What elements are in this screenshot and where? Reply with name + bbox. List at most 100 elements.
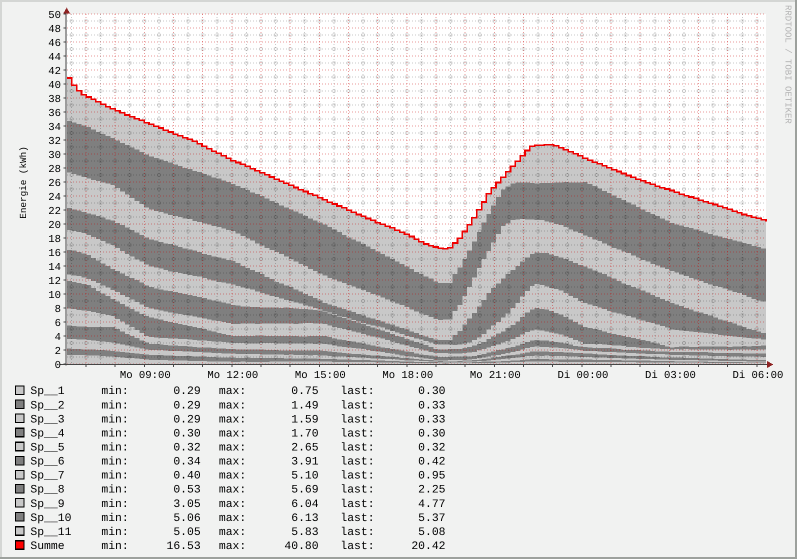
svg-text:min:: min: [101,399,128,412]
svg-text:32: 32 [48,136,61,148]
svg-text:last:: last: [340,470,374,483]
svg-text:2: 2 [55,346,61,358]
svg-text:min:: min: [101,470,128,483]
svg-text:0.53: 0.53 [173,485,201,497]
svg-text:last:: last: [340,526,374,539]
svg-text:1.70: 1.70 [291,428,319,440]
svg-text:max:: max: [219,386,246,398]
svg-text:Sp__8: Sp__8 [30,485,64,497]
svg-text:min:: min: [101,427,128,440]
svg-text:Mo 15:00: Mo 15:00 [295,370,346,382]
svg-text:max:: max: [219,457,246,469]
svg-text:last:: last: [340,498,374,511]
svg-text:48: 48 [48,24,61,36]
svg-text:5.37: 5.37 [418,513,445,525]
svg-text:12: 12 [48,276,61,288]
svg-text:Sp__7: Sp__7 [30,471,64,483]
svg-text:max:: max: [219,400,246,412]
svg-text:max:: max: [219,499,246,511]
svg-text:40.80: 40.80 [284,541,318,553]
svg-text:0.29: 0.29 [173,414,201,426]
svg-text:0.30: 0.30 [418,386,446,398]
svg-text:6: 6 [55,318,61,330]
svg-text:0.42: 0.42 [418,457,446,469]
svg-text:16.53: 16.53 [167,541,201,553]
svg-text:Sp__11: Sp__11 [30,527,71,539]
svg-text:5.06: 5.06 [173,513,201,525]
svg-text:0.95: 0.95 [418,471,446,483]
svg-text:40: 40 [48,80,61,92]
svg-text:0.32: 0.32 [173,442,201,454]
svg-text:Mo 18:00: Mo 18:00 [382,370,433,382]
svg-text:3.05: 3.05 [173,499,201,511]
svg-text:max:: max: [219,527,246,539]
svg-text:0.33: 0.33 [418,414,446,426]
svg-text:20.42: 20.42 [411,541,445,553]
svg-text:last:: last: [340,413,374,426]
svg-text:Di 00:00: Di 00:00 [557,370,608,382]
svg-text:10: 10 [48,290,61,302]
svg-text:max:: max: [219,414,246,426]
svg-text:last:: last: [340,484,374,497]
svg-text:Di 06:00: Di 06:00 [732,370,783,382]
svg-text:0.29: 0.29 [173,386,201,398]
svg-text:16: 16 [48,248,61,260]
svg-text:min:: min: [101,413,128,426]
svg-text:5.05: 5.05 [173,527,201,539]
svg-text:last:: last: [340,399,374,412]
svg-text:Sp__5: Sp__5 [30,442,64,454]
svg-text:20: 20 [48,220,61,232]
svg-text:0.40: 0.40 [173,471,201,483]
svg-text:0.34: 0.34 [173,457,201,469]
svg-text:Sp__3: Sp__3 [30,414,64,426]
svg-text:Sp__9: Sp__9 [30,499,64,511]
svg-text:1.49: 1.49 [291,400,319,412]
svg-text:last:: last: [340,385,374,398]
svg-text:Sp__4: Sp__4 [30,428,64,440]
svg-text:0.30: 0.30 [418,428,446,440]
svg-text:last:: last: [340,540,374,553]
svg-text:Summe: Summe [30,541,64,553]
svg-text:2.25: 2.25 [418,485,446,497]
svg-text:8: 8 [55,304,61,316]
svg-text:max:: max: [219,471,246,483]
svg-text:34: 34 [48,122,61,134]
svg-text:0.32: 0.32 [418,442,446,454]
svg-text:Energie (kWh): Energie (kWh) [18,146,29,219]
svg-text:last:: last: [340,441,374,454]
svg-text:26: 26 [48,178,61,190]
svg-text:max:: max: [219,541,246,553]
svg-text:RRDTOOL / TOBI OETIKER: RRDTOOL / TOBI OETIKER [783,5,793,124]
svg-text:4.77: 4.77 [418,499,445,511]
svg-text:18: 18 [48,234,61,246]
svg-text:42: 42 [48,66,61,78]
svg-text:38: 38 [48,94,61,106]
svg-text:0.75: 0.75 [291,386,319,398]
svg-text:Mo 21:00: Mo 21:00 [470,370,521,382]
svg-text:max:: max: [219,428,246,440]
svg-text:min:: min: [101,512,128,525]
svg-text:0: 0 [55,360,61,372]
svg-text:44: 44 [48,52,61,64]
svg-text:max:: max: [219,485,246,497]
svg-text:6.04: 6.04 [291,499,319,511]
svg-text:1.59: 1.59 [291,414,319,426]
svg-text:min:: min: [101,441,128,454]
svg-text:Mo 12:00: Mo 12:00 [207,370,258,382]
svg-text:4: 4 [55,332,61,344]
svg-text:min:: min: [101,484,128,497]
svg-text:30: 30 [48,150,61,162]
svg-text:28: 28 [48,164,61,176]
svg-text:0.33: 0.33 [418,400,446,412]
svg-text:24: 24 [48,192,61,204]
svg-text:Di 03:00: Di 03:00 [645,370,696,382]
svg-text:Sp__1: Sp__1 [30,386,64,398]
svg-text:Sp__6: Sp__6 [30,457,64,469]
svg-text:Sp__2: Sp__2 [30,400,64,412]
svg-text:5.69: 5.69 [291,485,319,497]
svg-text:22: 22 [48,206,61,218]
svg-text:0.29: 0.29 [173,400,201,412]
svg-text:Sp__10: Sp__10 [30,513,71,525]
svg-text:last:: last: [340,427,374,440]
svg-text:last:: last: [340,512,374,525]
